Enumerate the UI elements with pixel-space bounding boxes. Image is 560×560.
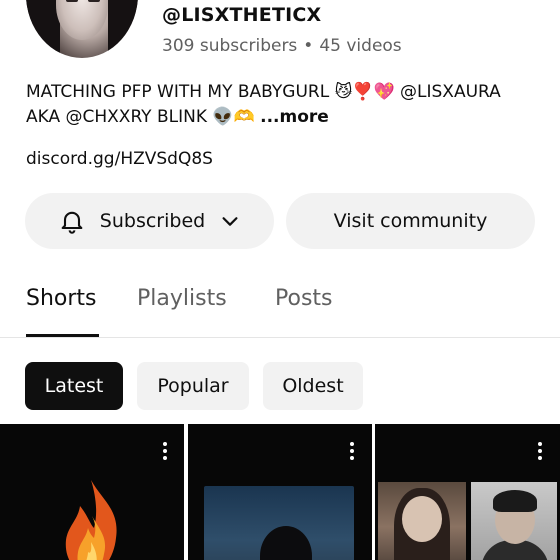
video-count: 45 videos (319, 36, 402, 56)
active-tab-indicator (26, 334, 99, 337)
subscribed-label: Subscribed (99, 210, 206, 232)
filter-chip-oldest[interactable]: Oldest (263, 362, 363, 410)
channel-avatar[interactable] (26, 0, 138, 58)
fire-image (65, 480, 117, 560)
more-options-icon[interactable] (349, 442, 355, 462)
channel-handle: @LISXTHETICX (162, 4, 322, 26)
short-thumbnail[interactable] (375, 424, 560, 560)
description-line-2: AKA @CHXXRY BLINK 👽🫶 (26, 107, 255, 127)
short-image (204, 486, 354, 560)
channel-description[interactable]: MATCHING PFP WITH MY BABYGURL 😼❣️💖 @LISX… (26, 80, 546, 130)
visit-community-button[interactable]: Visit community (286, 193, 535, 249)
more-link[interactable]: ...more (260, 107, 329, 127)
tab-posts[interactable]: Posts (275, 286, 333, 311)
tab-playlists[interactable]: Playlists (137, 286, 227, 311)
tab-shorts[interactable]: Shorts (26, 286, 97, 311)
subscribed-button[interactable]: Subscribed (25, 193, 274, 249)
short-thumbnail[interactable] (188, 424, 372, 560)
short-image-left (378, 482, 466, 560)
visit-community-label: Visit community (333, 210, 488, 232)
description-line-1: MATCHING PFP WITH MY BABYGURL 😼❣️💖 @LISX… (26, 82, 501, 102)
separator-dot: • (303, 36, 314, 56)
short-thumbnail[interactable] (0, 424, 184, 560)
short-image-right (471, 482, 557, 560)
filter-chip-latest[interactable]: Latest (25, 362, 123, 410)
chevron-down-icon (222, 217, 238, 226)
filter-chip-popular[interactable]: Popular (137, 362, 249, 410)
channel-tabs: Shorts Playlists Posts (0, 272, 560, 338)
more-options-icon[interactable] (537, 442, 543, 462)
channel-link[interactable]: discord.gg/HZVSdQ8S (26, 149, 213, 169)
more-options-icon[interactable] (162, 442, 168, 462)
bell-icon (61, 211, 83, 234)
channel-stats: 309 subscribers • 45 videos (162, 36, 402, 56)
subscriber-count: 309 subscribers (162, 36, 298, 56)
